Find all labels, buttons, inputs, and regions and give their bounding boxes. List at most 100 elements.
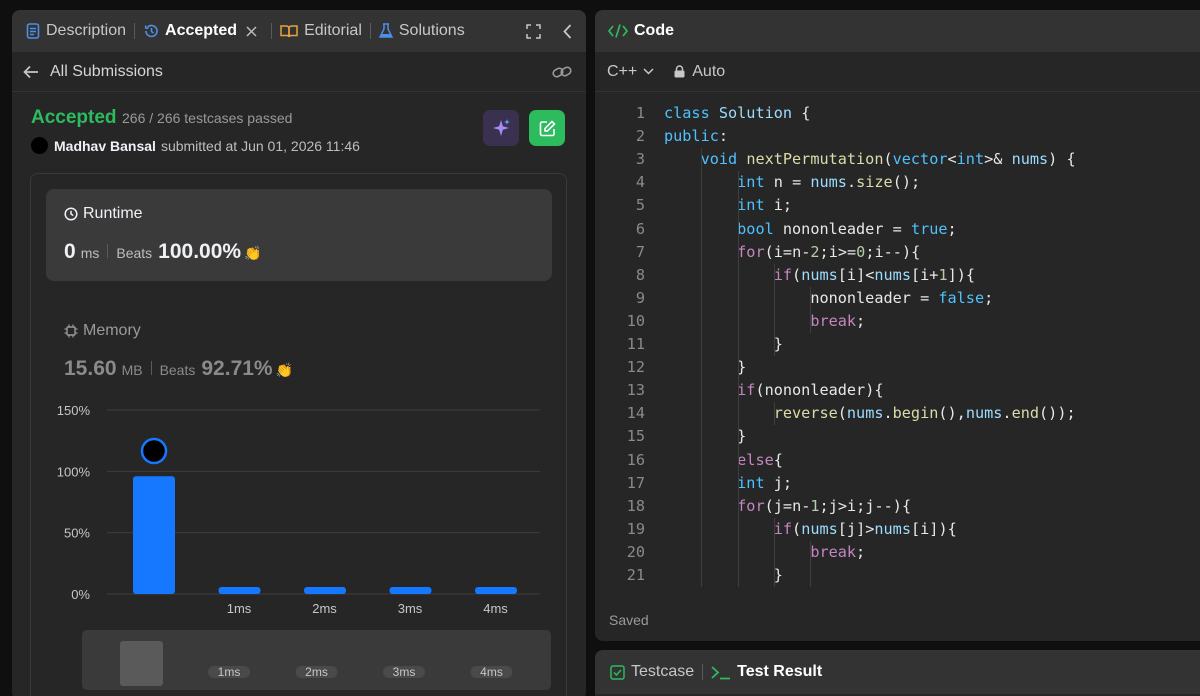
tab-solutions[interactable]: Solutions <box>378 22 465 40</box>
line-number: 4 <box>635 173 645 192</box>
memory-beats-pct: 92.71% <box>201 357 273 380</box>
code-text: if(nums[j]>nums[i]){ <box>773 519 957 538</box>
chart-bar[interactable] <box>218 587 261 594</box>
x-tick-label: 2ms <box>312 601 337 616</box>
chevron-down-icon <box>643 68 654 75</box>
chart-bar[interactable] <box>475 587 517 594</box>
clap-icon: 👏 <box>244 245 262 261</box>
line-number: 14 <box>626 404 645 423</box>
book-icon <box>280 25 298 38</box>
all-submissions-link[interactable]: All Submissions <box>50 63 163 81</box>
close-icon[interactable] <box>246 25 257 37</box>
left-tabbar: Description Accepted Editorial Solutions <box>12 10 586 52</box>
line-number: 10 <box>626 311 645 330</box>
code-text: bool nononleader = true; <box>737 219 957 238</box>
sparkle-icon <box>493 119 510 136</box>
runtime-card[interactable]: Runtime 0 ms Beats 100.00% 👏 <box>46 189 552 281</box>
code-text: class Solution { <box>664 104 811 122</box>
tab-editorial-label: Editorial <box>304 22 362 39</box>
submitter-info: Madhav Bansal submitted at Jun 01, 2026 … <box>31 137 360 154</box>
memory-metric: 15.60 MB Beats 92.71% 👏 <box>64 357 293 381</box>
indent-guide <box>701 148 702 588</box>
indent-guide <box>774 402 775 426</box>
line-number: 19 <box>626 519 645 538</box>
status-accepted: Accepted <box>31 107 117 128</box>
code-text: } <box>737 358 747 377</box>
code-text: for(i=n-2;i>=0;i--){ <box>737 242 921 261</box>
code-text: public: <box>664 127 729 146</box>
runtime-unit: ms <box>80 245 100 261</box>
tab-accepted-label: Accepted <box>165 22 238 39</box>
line-number: 15 <box>626 427 645 446</box>
line-number: 1 <box>635 104 645 122</box>
code-text: void nextPermutation(vector<int>& nums) … <box>700 150 1076 169</box>
line-number: 9 <box>635 288 645 307</box>
memory-beats-label: Beats <box>159 362 196 378</box>
tab-editorial[interactable]: Editorial <box>280 22 362 40</box>
code-text: int n = nums.size(); <box>737 173 921 192</box>
runtime-title: Runtime <box>64 205 143 223</box>
chart-bar[interactable] <box>133 476 175 594</box>
ai-analysis-button[interactable] <box>483 110 519 146</box>
tab-description[interactable]: Description <box>26 22 126 40</box>
code-panel: Code C++ Auto 1 class Solution {2 public: 3… <box>595 10 1200 641</box>
code-text: } <box>737 427 747 446</box>
avatar[interactable] <box>31 137 48 154</box>
runtime-value: 0 <box>64 240 76 263</box>
clap-icon: 👏 <box>275 362 294 378</box>
tab-testcase-label: Testcase <box>631 663 695 680</box>
tab-accepted[interactable]: Accepted <box>143 22 263 40</box>
chevron-left-icon[interactable] <box>563 23 572 39</box>
edit-note-button[interactable] <box>529 110 565 146</box>
username[interactable]: Madhav Bansal <box>54 138 156 154</box>
line-number: 5 <box>635 196 645 215</box>
runtime-beats-pct: 100.00% <box>158 240 242 263</box>
saved-status: Saved <box>609 612 649 628</box>
tab-test-result[interactable]: Test Result <box>711 663 822 681</box>
tab-divider <box>369 23 371 39</box>
arrow-left-icon[interactable] <box>23 65 39 79</box>
code-text: } <box>773 335 783 353</box>
code-toolbar: C++ Auto <box>595 52 1200 92</box>
tab-code[interactable]: Code <box>608 22 674 40</box>
chart-bar[interactable] <box>389 587 432 594</box>
code-text: break; <box>810 311 866 330</box>
edit-icon <box>539 119 556 136</box>
language-select[interactable]: C++ <box>607 63 654 81</box>
indent-guide <box>774 517 775 588</box>
tab-solutions-label: Solutions <box>398 22 465 39</box>
memory-title[interactable]: Memory <box>64 322 141 340</box>
indent-guide <box>810 540 811 588</box>
overview-bar <box>120 641 163 686</box>
maximize-icon[interactable] <box>526 23 541 39</box>
line-number: 20 <box>626 542 645 561</box>
code-text: else{ <box>737 450 783 469</box>
code-text: reverse(nums.begin(),nums.end()); <box>773 404 1076 423</box>
memory-unit: MB <box>121 362 143 378</box>
checkbox-icon <box>610 664 625 680</box>
line-number: 11 <box>626 335 645 353</box>
x-tick-label: 3ms <box>398 601 423 616</box>
code-text: nononleader = false; <box>810 288 994 307</box>
code-text: break; <box>810 542 866 561</box>
code-text: if(nononleader){ <box>737 381 884 400</box>
overview-tick-label: 2ms <box>305 665 328 679</box>
y-tick-label: 150% <box>57 403 91 418</box>
runtime-metric: 0 ms Beats 100.00% 👏 <box>64 240 262 264</box>
chart-bar[interactable] <box>304 587 346 594</box>
lock-icon <box>674 65 685 78</box>
link-icon[interactable] <box>552 64 572 80</box>
overview-tick-label: 4ms <box>480 665 503 679</box>
submitted-time: submitted at Jun 01, 2026 11:46 <box>160 137 360 154</box>
auto-mode[interactable]: Auto <box>674 63 725 81</box>
line-number: 17 <box>626 473 645 492</box>
your-submission-marker[interactable] <box>140 437 168 465</box>
indent-guide <box>774 263 775 357</box>
tab-test-result-label: Test Result <box>737 663 823 680</box>
code-text: if(nums[i]<nums[i+1]){ <box>773 265 976 284</box>
code-text: int j; <box>737 473 793 492</box>
tab-testcase[interactable]: Testcase <box>610 663 694 681</box>
line-number: 13 <box>626 381 645 400</box>
line-number: 12 <box>626 358 645 377</box>
tab-divider <box>271 23 273 39</box>
